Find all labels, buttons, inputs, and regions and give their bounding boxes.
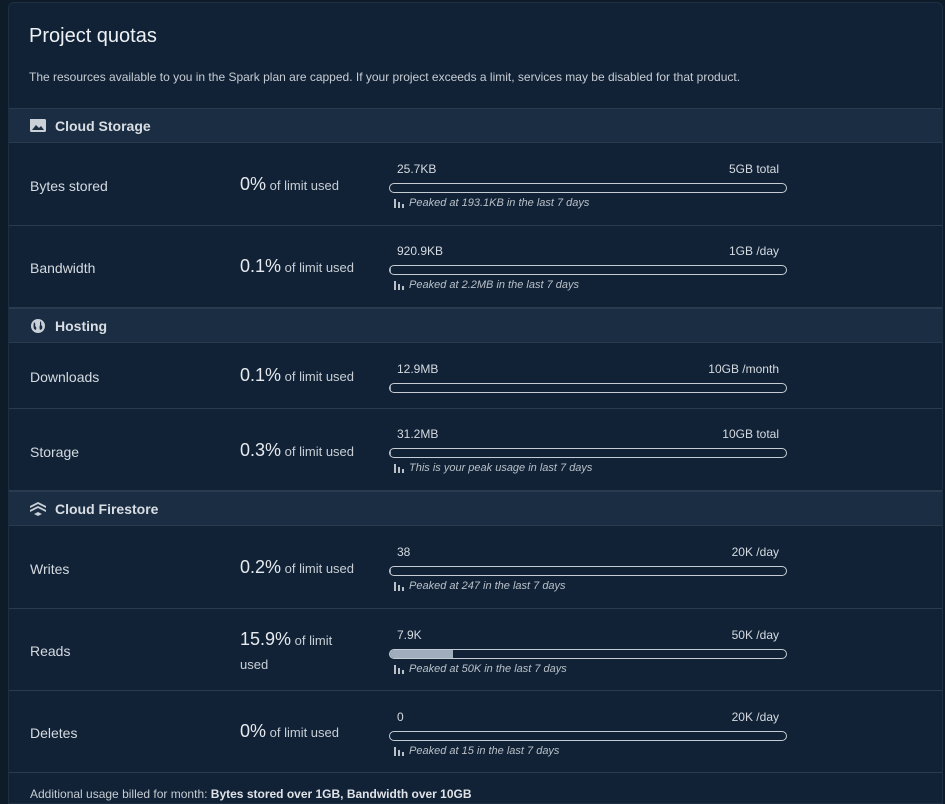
percent-value: 0.2% [240,557,282,577]
percent-suffix: of limit used [269,178,340,193]
quota-row-deletes: Deletes 0% of limit used 0 20K /day Peake… [9,691,942,773]
usage-bar-fill [390,650,453,658]
peak-note: This is your peak usage in last 7 days [389,462,787,474]
quota-row-bandwidth: Bandwidth 0.1% of limit used 920.9KB 1GB … [9,226,942,308]
quota-row-writes: Writes 0.2% of limit used 38 20K /day Pea… [9,526,942,609]
project-quotas-card: Project quotas The resources available t… [8,2,943,804]
quota-percent: 0.2% of limit used [240,555,380,581]
percent-value: 0.3% [240,440,282,460]
billing-footer: Additional usage billed for month: Bytes… [30,787,472,801]
percent-value: 0.1% [240,256,282,276]
usage-amount: 31.2MB [397,427,439,441]
card-title: Project quotas [29,25,157,47]
firestore-icon [29,500,47,518]
quota-percent: 0% of limit used [240,172,380,198]
image-folder-icon [29,117,47,135]
percent-suffix: of limit used [284,561,355,576]
section-title: Hosting [55,317,108,334]
bar-chart-icon [394,463,404,473]
usage-limit: 20K /day [731,545,779,559]
footer-items: Bytes stored over 1GB, Bandwidth over 10… [210,787,472,801]
peak-text: Peaked at 50K in the last 7 days [409,663,567,675]
usage-meter: 38 20K /day Peaked at 247 in the last 7 d… [389,544,787,592]
percent-suffix: of limit used [269,725,340,740]
quota-row-bytes-stored: Bytes stored 0% of limit used 25.7KB 5GB … [9,143,942,226]
usage-meter: 25.7KB 5GB total Peaked at 193.1KB in the… [389,161,787,209]
usage-amount: 920.9KB [397,244,444,258]
peak-note: Peaked at 2.2MB in the last 7 days [389,279,787,291]
quota-label: Bytes stored [30,178,108,194]
peak-text: Peaked at 15 in the last 7 days [409,745,560,757]
quota-percent: 0% of limit used [240,719,380,745]
usage-amount: 7.9K [397,628,422,642]
quota-percent: 0.1% of limit used [240,254,380,280]
quota-label: Deletes [30,725,78,741]
percent-value: 0.1% [240,365,282,385]
bar-chart-icon [394,664,404,674]
usage-bar-fill [390,567,391,575]
usage-meter: 31.2MB 10GB total This is your peak usage… [389,426,787,474]
usage-limit: 1GB /day [728,244,779,258]
usage-limit: 10GB total [722,427,779,441]
percent-suffix: of limit used [284,444,355,459]
card-description: The resources available to you in the Sp… [29,70,741,84]
usage-amount: 25.7KB [397,162,437,176]
bar-chart-icon [394,746,404,756]
quota-label: Bandwidth [30,260,96,276]
peak-text: Peaked at 2.2MB in the last 7 days [409,279,579,291]
percent-value: 0% [240,721,267,741]
peak-note: Peaked at 50K in the last 7 days [389,663,787,675]
usage-limit: 50K /day [731,628,779,642]
usage-bar [389,649,787,659]
usage-meter: 7.9K 50K /day Peaked at 50K in the last 7… [389,627,787,675]
usage-limit: 20K /day [731,710,779,724]
usage-amount: 38 [397,545,411,559]
peak-note: Peaked at 193.1KB in the last 7 days [389,197,787,209]
section-cloud-storage: Cloud Storage [9,108,942,143]
bar-chart-icon [394,198,404,208]
peak-text: This is your peak usage in last 7 days [409,462,593,474]
usage-bar [389,566,787,576]
quota-row-reads: Reads 15.9% of limit used 7.9K 50K /day P… [9,609,942,691]
usage-meter: 0 20K /day Peaked at 15 in the last 7 day… [389,709,787,757]
section-hosting: Hosting [9,308,942,343]
usage-bar [389,183,787,193]
usage-bar [389,448,787,458]
peak-text: Peaked at 247 in the last 7 days [409,580,566,592]
usage-bar [389,731,787,741]
usage-amount: 12.9MB [397,362,439,376]
usage-limit: 5GB total [728,162,779,176]
usage-bar [389,383,787,393]
peak-note: Peaked at 15 in the last 7 days [389,745,787,757]
quota-percent: 15.9% of limit used [240,627,360,677]
section-title: Cloud Firestore [55,500,159,517]
percent-value: 15.9% [240,629,292,649]
bar-chart-icon [394,280,404,290]
peak-text: Peaked at 193.1KB in the last 7 days [409,197,590,209]
percent-suffix: of limit used [284,369,355,384]
footer-prefix: Additional usage billed for month: [30,787,208,801]
quota-row-storage: Storage 0.3% of limit used 31.2MB 10GB to… [9,409,942,491]
usage-bar [389,265,787,275]
usage-limit: 10GB /month [708,362,779,376]
quota-label: Downloads [30,369,100,385]
quota-percent: 0.3% of limit used [240,438,380,464]
percent-suffix: of limit used [284,260,355,275]
quota-label: Reads [30,643,71,659]
usage-bar-fill [390,449,392,457]
usage-amount: 0 [397,710,404,724]
peak-note: Peaked at 247 in the last 7 days [389,580,787,592]
section-cloud-firestore: Cloud Firestore [9,491,942,526]
globe-icon [29,317,47,335]
percent-value: 0% [240,174,267,194]
quota-row-downloads: Downloads 0.1% of limit used 12.9MB 10GB … [9,343,942,409]
quota-label: Storage [30,444,80,460]
usage-meter: 920.9KB 1GB /day Peaked at 2.2MB in the l… [389,243,787,291]
section-title: Cloud Storage [55,117,151,134]
quota-percent: 0.1% of limit used [240,363,380,389]
usage-meter: 12.9MB 10GB /month [389,361,787,393]
quota-label: Writes [30,561,70,577]
bar-chart-icon [394,581,404,591]
